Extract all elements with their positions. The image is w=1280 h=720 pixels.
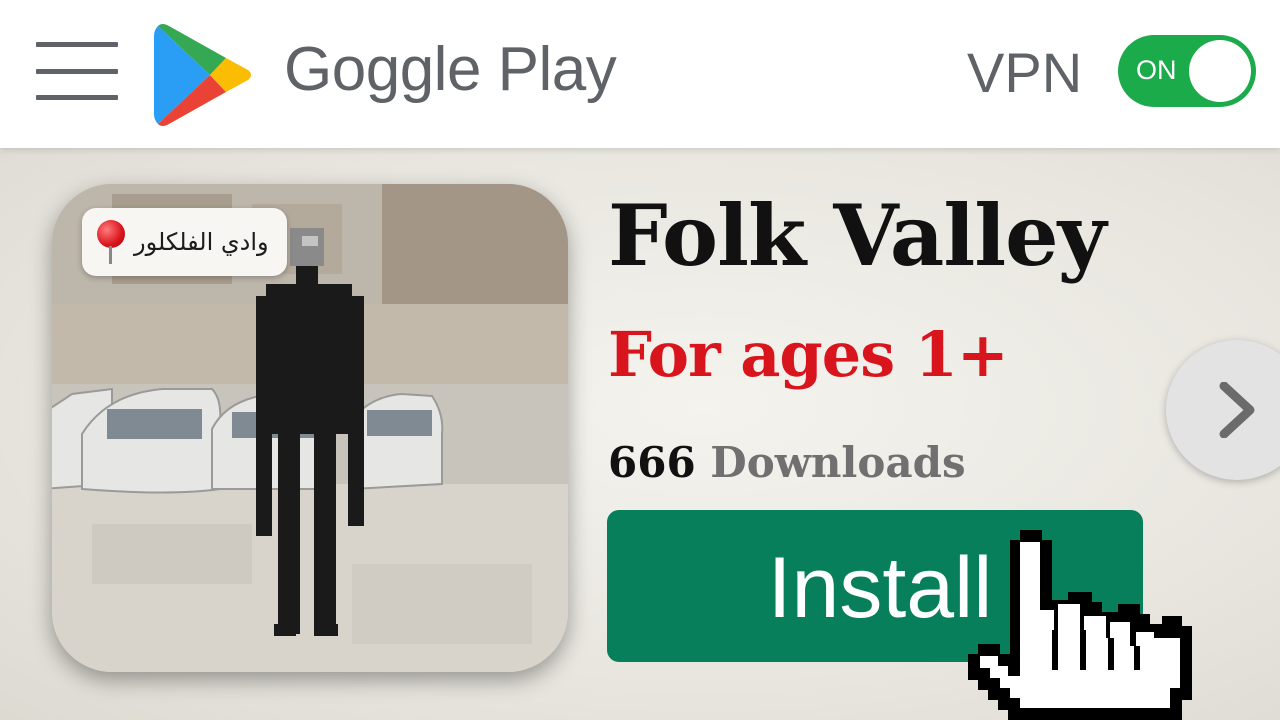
vpn-label: VPN	[967, 41, 1083, 104]
hand-pointer-cursor-icon	[968, 530, 1192, 720]
download-count: 666 Downloads	[608, 438, 966, 487]
vpn-toggle[interactable]: ON	[1118, 35, 1256, 107]
age-rating: For ages 1+	[608, 318, 1009, 391]
location-tag: وادي الفلكلور	[82, 208, 287, 276]
location-text: وادي الفلكلور	[134, 228, 269, 256]
map-pin-icon	[96, 220, 126, 264]
download-label: Downloads	[710, 438, 966, 487]
app-icon-image[interactable]: وادي الفلكلور	[52, 184, 568, 672]
app-detail-panel: وادي الفلكلور Folk Valley For ages 1+ 66…	[0, 148, 1280, 720]
install-label: Install	[767, 539, 993, 636]
toggle-knob	[1189, 40, 1251, 102]
vpn-toggle-state-text: ON	[1136, 55, 1177, 85]
download-number: 666	[608, 438, 696, 487]
app-title: Folk Valley	[608, 186, 1106, 285]
hamburger-menu-icon[interactable]	[36, 42, 118, 100]
play-store-logo-icon[interactable]	[152, 20, 256, 130]
top-bar: Goggle Play VPN ON	[0, 0, 1280, 148]
brand-name[interactable]: Goggle Play	[284, 34, 617, 105]
chevron-right-icon	[1219, 382, 1255, 438]
next-screenshot-button[interactable]	[1166, 340, 1280, 480]
app-store-page: Goggle Play VPN ON وادي الفلكلور Folk Va…	[0, 0, 1280, 720]
